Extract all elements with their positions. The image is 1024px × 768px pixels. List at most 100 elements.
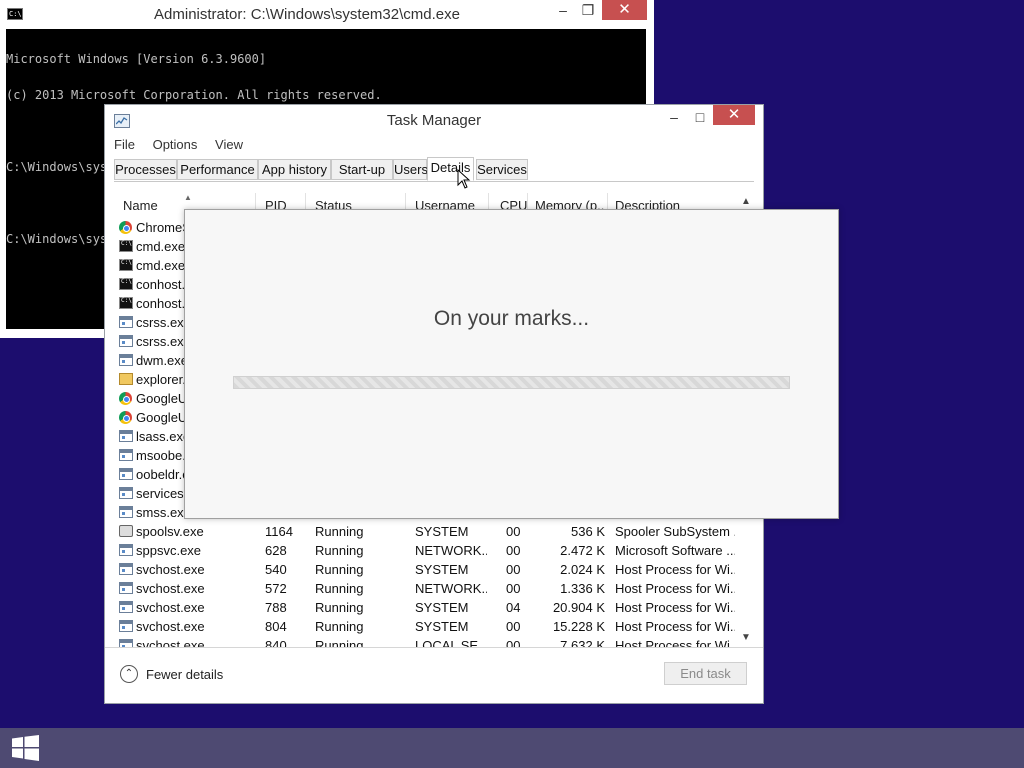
tab-services[interactable]: Services — [476, 159, 528, 180]
taskbar — [0, 728, 1024, 768]
menu-bar: File Options View — [114, 137, 763, 157]
loading-dialog: On your marks... — [184, 209, 839, 519]
app-process-icon — [119, 563, 133, 575]
tab-users[interactable]: Users — [393, 159, 428, 180]
process-username: SYSTEM — [415, 562, 469, 577]
table-row[interactable]: sppsvc.exe 628 Running NETWORK... 00 2.472 K M… — [114, 542, 739, 561]
process-pid: 540 — [265, 562, 287, 577]
task-manager-footer: ⌃ Fewer details End task — [105, 647, 763, 703]
maximize-button[interactable]: □ — [685, 107, 715, 127]
console-process-icon — [119, 297, 133, 309]
chrome-process-icon — [119, 411, 132, 424]
scroll-up-icon[interactable]: ▲ — [741, 196, 751, 207]
chrome-process-icon — [119, 392, 132, 405]
windows-start-icon[interactable] — [12, 735, 39, 761]
process-memory: 7.632 K — [560, 638, 605, 647]
process-name: svchost.exe — [136, 619, 205, 634]
process-pid: 804 — [265, 619, 287, 634]
process-cpu: 00 — [506, 524, 521, 539]
console-process-icon — [119, 278, 133, 290]
process-description: Host Process for Wi... — [615, 562, 735, 577]
end-task-button[interactable]: End task — [664, 662, 747, 685]
tab-app-history[interactable]: App history — [258, 159, 331, 180]
tab-bar: Processes Performance App history Start-… — [114, 157, 754, 182]
fewer-details-link[interactable]: Fewer details — [146, 667, 223, 682]
console-line: (c) 2013 Microsoft Corporation. All righ… — [6, 88, 382, 102]
tab-start-up[interactable]: Start-up — [331, 159, 393, 180]
process-description: Host Process for Wi... — [615, 600, 735, 615]
console-line: Microsoft Windows [Version 6.3.9600] — [6, 52, 267, 66]
console-process-icon — [119, 259, 133, 271]
table-row[interactable]: svchost.exe 840 Running LOCAL SE... 00 7.632 … — [114, 637, 739, 647]
process-username: NETWORK... — [415, 543, 487, 558]
process-memory: 1.336 K — [560, 581, 605, 596]
scroll-down-icon[interactable]: ▼ — [741, 632, 751, 643]
maximize-button[interactable]: ❐ — [573, 0, 603, 20]
app-process-icon — [119, 620, 133, 632]
table-row[interactable]: svchost.exe 540 Running SYSTEM 00 2.024 K Host… — [114, 561, 739, 580]
process-description: Host Process for Wi... — [615, 638, 735, 647]
process-memory: 2.472 K — [560, 543, 605, 558]
loading-message: On your marks... — [433, 307, 590, 330]
column-header-name[interactable]: Name — [123, 198, 158, 213]
chevron-up-icon[interactable]: ⌃ — [120, 665, 138, 683]
process-name: spoolsv.exe — [136, 524, 204, 539]
app-process-icon — [119, 449, 133, 461]
tab-processes[interactable]: Processes — [114, 159, 177, 180]
process-pid: 572 — [265, 581, 287, 596]
app-process-icon — [119, 354, 133, 366]
table-row[interactable]: svchost.exe 804 Running SYSTEM 00 15.228 K Hos… — [114, 618, 739, 637]
menu-file[interactable]: File — [114, 137, 135, 152]
process-status: Running — [315, 619, 364, 634]
console-process-icon — [119, 240, 133, 252]
cmd-titlebar[interactable]: C:\ Administrator: C:\Windows\system32\c… — [0, 0, 654, 29]
process-memory: 536 K — [571, 524, 605, 539]
process-username: LOCAL SE... — [415, 638, 487, 647]
app-process-icon — [119, 468, 133, 480]
sort-ascending-icon: ▲ — [184, 193, 192, 202]
process-memory: 2.024 K — [560, 562, 605, 577]
app-process-icon — [119, 487, 133, 499]
process-description: Host Process for Wi... — [615, 619, 735, 634]
process-status: Running — [315, 524, 364, 539]
table-row[interactable]: svchost.exe 788 Running SYSTEM 04 20.904 K Hos… — [114, 599, 739, 618]
process-memory: 20.904 K — [552, 600, 605, 615]
table-row[interactable]: spoolsv.exe 1164 Running SYSTEM 00 536 K Spool… — [114, 523, 739, 542]
process-username: NETWORK... — [415, 581, 487, 596]
process-description: Spooler SubSystem ... — [615, 524, 735, 539]
process-username: SYSTEM — [415, 619, 469, 634]
process-memory: 15.228 K — [552, 619, 605, 634]
process-username: SYSTEM — [415, 524, 469, 539]
process-cpu: 00 — [506, 619, 521, 634]
app-process-icon — [119, 506, 133, 518]
process-cpu: 00 — [506, 638, 521, 647]
table-row[interactable]: svchost.exe 572 Running NETWORK... 00 1.336 K… — [114, 580, 739, 599]
process-status: Running — [315, 543, 364, 558]
progress-bar — [233, 376, 790, 389]
close-button[interactable]: ✕ — [713, 105, 755, 125]
tab-performance[interactable]: Performance — [177, 159, 258, 180]
mouse-cursor-icon — [457, 169, 471, 189]
printer-process-icon — [119, 525, 133, 537]
menu-options[interactable]: Options — [153, 137, 198, 152]
process-status: Running — [315, 600, 364, 615]
process-cpu: 00 — [506, 581, 521, 596]
app-process-icon — [119, 335, 133, 347]
process-status: Running — [315, 562, 364, 577]
process-name: svchost.exe — [136, 638, 205, 647]
app-process-icon — [119, 639, 133, 647]
process-status: Running — [315, 638, 364, 647]
process-description: Host Process for Wi... — [615, 581, 735, 596]
menu-view[interactable]: View — [215, 137, 243, 152]
process-pid: 840 — [265, 638, 287, 647]
chrome-process-icon — [119, 221, 132, 234]
process-pid: 1164 — [265, 524, 293, 539]
task-manager-titlebar[interactable]: Task Manager – □ ✕ — [105, 105, 763, 135]
process-pid: 628 — [265, 543, 287, 558]
process-description: Microsoft Software ... — [615, 543, 735, 558]
app-process-icon — [119, 582, 133, 594]
folder-process-icon — [119, 373, 133, 385]
app-process-icon — [119, 430, 133, 442]
close-button[interactable]: ✕ — [602, 0, 647, 20]
process-name: svchost.exe — [136, 581, 205, 596]
